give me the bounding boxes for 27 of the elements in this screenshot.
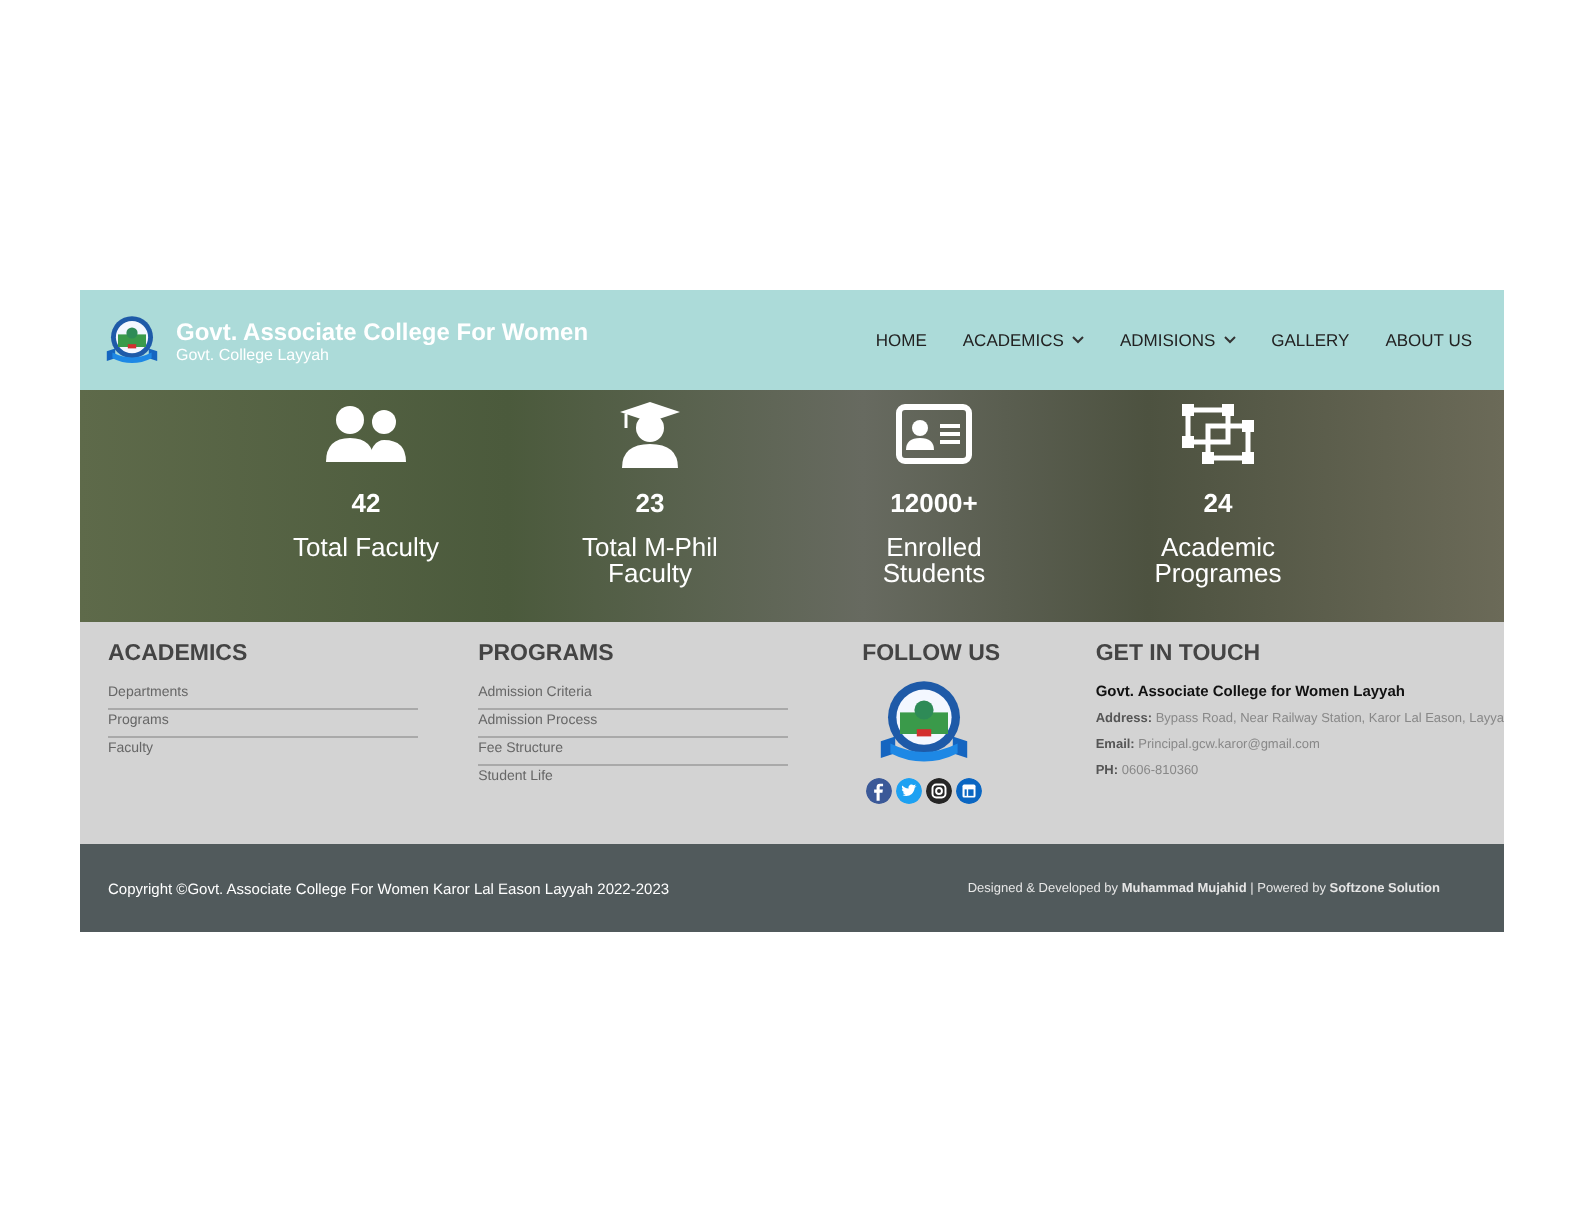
college-emblem-logo: [104, 312, 160, 368]
stat-value: 42: [351, 488, 381, 518]
frames-icon: [1180, 402, 1256, 466]
stat-value: 12000+: [890, 488, 978, 518]
stat-label: Total M-Phil Faculty: [580, 534, 720, 586]
column-heading: GET IN TOUCH: [1095, 642, 1263, 666]
nav-link[interactable]: ADMISIONS: [1119, 330, 1236, 350]
column-heading: FOLLOW US: [862, 642, 1001, 666]
nav-link[interactable]: GALLERY: [1271, 330, 1350, 350]
facebook-icon[interactable]: [866, 778, 893, 804]
stat-value: 23: [635, 488, 665, 518]
site-title: Govt. Associate College For Women: [176, 317, 589, 345]
instagram-icon[interactable]: [926, 778, 953, 804]
id-card-icon: [896, 404, 972, 464]
column-heading: PROGRAMS: [478, 642, 616, 666]
stat-label: Enrolled Students: [880, 534, 988, 586]
nav-link[interactable]: ABOUT US: [1385, 330, 1472, 350]
linkedin-icon[interactable]: [956, 778, 983, 804]
nav-link[interactable]: ACADEMICS: [962, 330, 1084, 350]
users-icon: [324, 404, 408, 464]
site-subtitle: Govt. College Layyah: [176, 345, 331, 363]
stat-label: Total Faculty: [291, 534, 441, 560]
stat-value: 24: [1203, 488, 1233, 518]
column-heading: ACADEMICS: [108, 642, 250, 666]
stat-label: Academic Programes: [1152, 534, 1284, 586]
nav-link[interactable]: HOME: [875, 330, 927, 350]
graduate-icon: [618, 400, 682, 468]
